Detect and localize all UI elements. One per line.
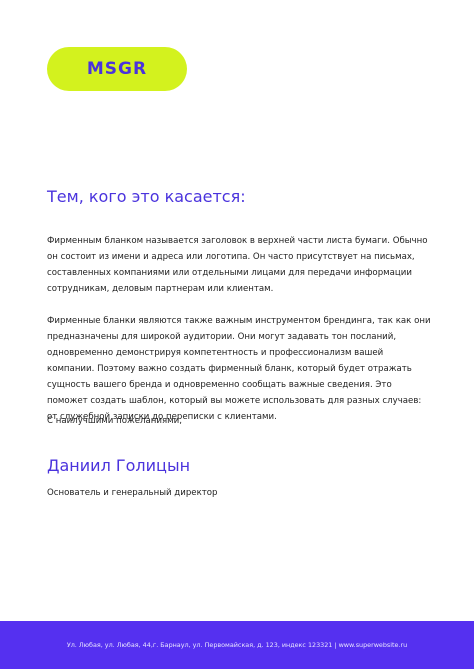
- signer-title: Основатель и генеральный директор: [47, 488, 218, 498]
- footer-address: Ул. Любая, ул. Любая, 44,г. Барнаул, ул.…: [66, 641, 408, 649]
- letter-body: Фирменным бланком называется заголовок в…: [47, 233, 432, 425]
- logo-badge: MSGR: [47, 47, 187, 91]
- logo-text: MSGR: [86, 59, 148, 79]
- footer-bar: Ул. Любая, ул. Любая, 44,г. Барнаул, ул.…: [0, 621, 474, 669]
- closing-line: С наилучшими пожеланиями,: [47, 416, 182, 426]
- salutation: Тем, кого это касается:: [47, 187, 246, 206]
- paragraph-1: Фирменным бланком называется заголовок в…: [47, 236, 428, 294]
- paragraph-2: Фирменные бланки являются также важным и…: [47, 316, 431, 422]
- signer-name: Даниил Голицын: [47, 456, 191, 475]
